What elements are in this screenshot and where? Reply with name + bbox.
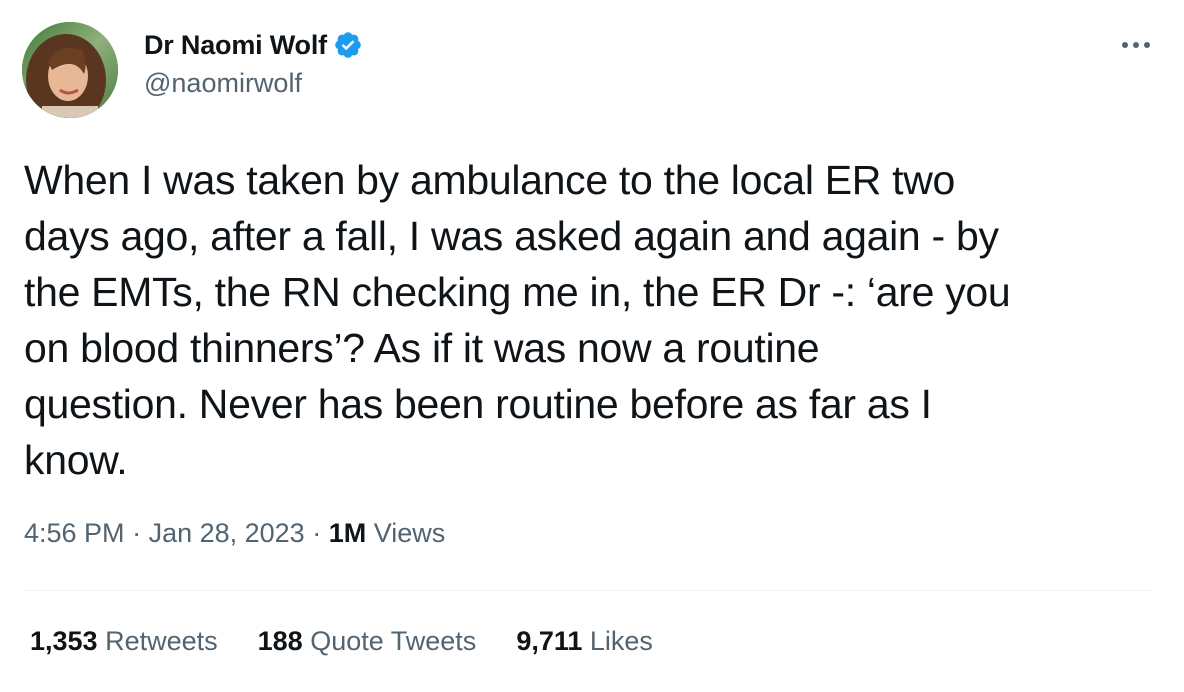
- retweets-count: 1,353: [30, 626, 98, 656]
- likes-stat[interactable]: 9,711 Likes: [516, 626, 653, 657]
- engagement-stats: 1,353 Retweets 188 Quote Tweets 9,711 Li…: [30, 626, 693, 657]
- avatar[interactable]: [22, 22, 118, 118]
- quote-tweets-stat[interactable]: 188 Quote Tweets: [258, 626, 477, 657]
- likes-label: Likes: [582, 626, 653, 656]
- tweet-time[interactable]: 4:56 PM: [24, 518, 125, 549]
- meta-separator: ·: [304, 518, 329, 548]
- tweet-meta: 4:56 PM · Jan 28, 2023 · 1M Views: [24, 518, 445, 549]
- tweet-text: When I was taken by ambulance to the loc…: [24, 157, 1011, 483]
- retweets-stat[interactable]: 1,353 Retweets: [30, 626, 218, 657]
- user-handle[interactable]: @naomirwolf: [144, 68, 363, 99]
- author-block: Dr Naomi Wolf @naomirwolf: [144, 28, 363, 99]
- views-label: Views: [366, 518, 446, 548]
- tweet-card: Dr Naomi Wolf @naomirwolf When I was tak…: [0, 0, 1184, 692]
- quote-tweets-label: Quote Tweets: [302, 626, 477, 656]
- avatar-photo: [22, 22, 118, 118]
- likes-count: 9,711: [516, 626, 583, 656]
- name-row: Dr Naomi Wolf: [144, 28, 363, 62]
- retweets-label: Retweets: [97, 626, 218, 656]
- divider: [24, 590, 1154, 591]
- tweet-date[interactable]: Jan 28, 2023: [149, 518, 305, 549]
- more-options-button[interactable]: [1118, 30, 1154, 60]
- views-count: 1M: [328, 518, 367, 548]
- quote-tweets-count: 188: [257, 626, 303, 656]
- meta-separator: ·: [124, 518, 149, 548]
- display-name[interactable]: Dr Naomi Wolf: [144, 30, 327, 61]
- more-horizontal-icon: [1122, 42, 1150, 48]
- verified-badge-icon: [333, 30, 363, 60]
